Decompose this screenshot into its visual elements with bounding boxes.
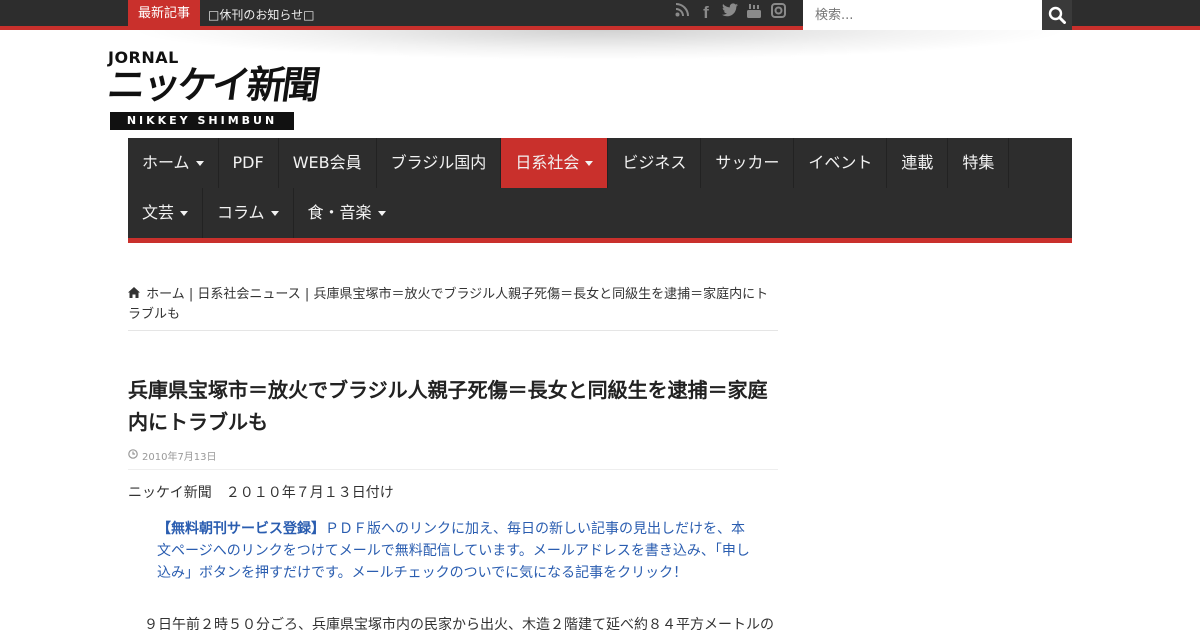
nav-accent-line — [128, 238, 1072, 243]
promo-notice[interactable]: 【無料朝刊サービス登録】ＰＤＦ版へのリンクに加え、毎日の新しい記事の見出しだけを… — [157, 518, 757, 584]
social-links: f — [672, 0, 788, 26]
breadcrumb-home[interactable]: ホーム — [146, 287, 185, 302]
nav-item-pdf[interactable]: PDF — [219, 138, 279, 188]
breadcrumb: ホーム | 日系社会ニュース | 兵庫県宝塚市＝放火でブラジル人親子死傷＝長女と… — [128, 285, 778, 325]
youtube-icon[interactable] — [744, 3, 764, 23]
nav-item-literature[interactable]: 文芸 — [128, 188, 204, 238]
nav-item-series[interactable]: 連載 — [887, 138, 949, 188]
home-icon — [128, 285, 142, 305]
logo-main-text: ニッケイ新聞 — [104, 63, 321, 107]
rss-icon[interactable] — [672, 3, 692, 23]
nav-item-nikkei-society[interactable]: 日系社会 — [501, 138, 609, 188]
article-title: 兵庫県宝塚市＝放火でブラジル人親子死傷＝長女と同級生を逮捕＝家庭内にトラブルも — [128, 378, 768, 434]
site-logo[interactable]: JORNAL ニッケイ新聞 NIKKEY SHIMBUN — [105, 48, 320, 132]
article-date: 2010年7月13日 — [142, 452, 217, 463]
promo-title[interactable]: 【無料朝刊サービス登録】 — [157, 521, 325, 537]
search-button[interactable] — [1042, 0, 1072, 30]
meta-divider — [128, 469, 778, 470]
nav-item-column[interactable]: コラム — [203, 188, 294, 238]
chevron-down-icon — [377, 210, 386, 216]
main-nav: ホーム PDF WEB会員 ブラジル国内 日系社会 ビジネス サッカー イベント… — [128, 138, 1072, 238]
article-source: ニッケイ新聞 ２０１０年７月１３日付け — [128, 485, 394, 501]
clock-icon — [128, 449, 138, 462]
nav-item-web-member[interactable]: WEB会員 — [279, 138, 377, 188]
breaking-news-label: 最新記事 — [128, 0, 201, 26]
search-icon — [1048, 6, 1066, 24]
breadcrumb-divider — [128, 330, 778, 331]
nav-item-soccer[interactable]: サッカー — [701, 138, 795, 188]
instagram-icon[interactable] — [768, 3, 788, 23]
chevron-down-icon — [180, 210, 189, 216]
nav-item-home[interactable]: ホーム — [128, 138, 219, 188]
nav-item-feature[interactable]: 特集 — [948, 138, 1010, 188]
nav-item-event[interactable]: イベント — [794, 138, 888, 188]
nav-row-2: 文芸 コラム 食・音楽 — [128, 188, 400, 238]
nav-item-food-music[interactable]: 食・音楽 — [294, 188, 400, 238]
breaking-news-link[interactable]: □休刊のお知らせ□ — [208, 0, 314, 26]
nav-item-brazil[interactable]: ブラジル国内 — [377, 138, 502, 188]
article-meta: 2010年7月13日 — [128, 448, 217, 463]
article-body: ９日午前２時５０分ごろ、兵庫県宝塚市内の民家から出火、木造２階建て延べ約８４平方… — [144, 617, 774, 630]
chevron-down-icon — [195, 160, 204, 166]
twitter-icon[interactable] — [720, 3, 740, 23]
nav-row-1: ホーム PDF WEB会員 ブラジル国内 日系社会 ビジネス サッカー イベント… — [128, 138, 1010, 188]
breadcrumb-category[interactable]: 日系社会ニュース — [197, 287, 300, 302]
facebook-icon[interactable]: f — [696, 3, 716, 23]
search-input[interactable] — [803, 0, 1042, 30]
chevron-down-icon — [585, 160, 594, 166]
nav-item-business[interactable]: ビジネス — [608, 138, 702, 188]
chevron-down-icon — [270, 210, 279, 216]
logo-bottom-text: NIKKEY SHIMBUN — [110, 112, 294, 130]
